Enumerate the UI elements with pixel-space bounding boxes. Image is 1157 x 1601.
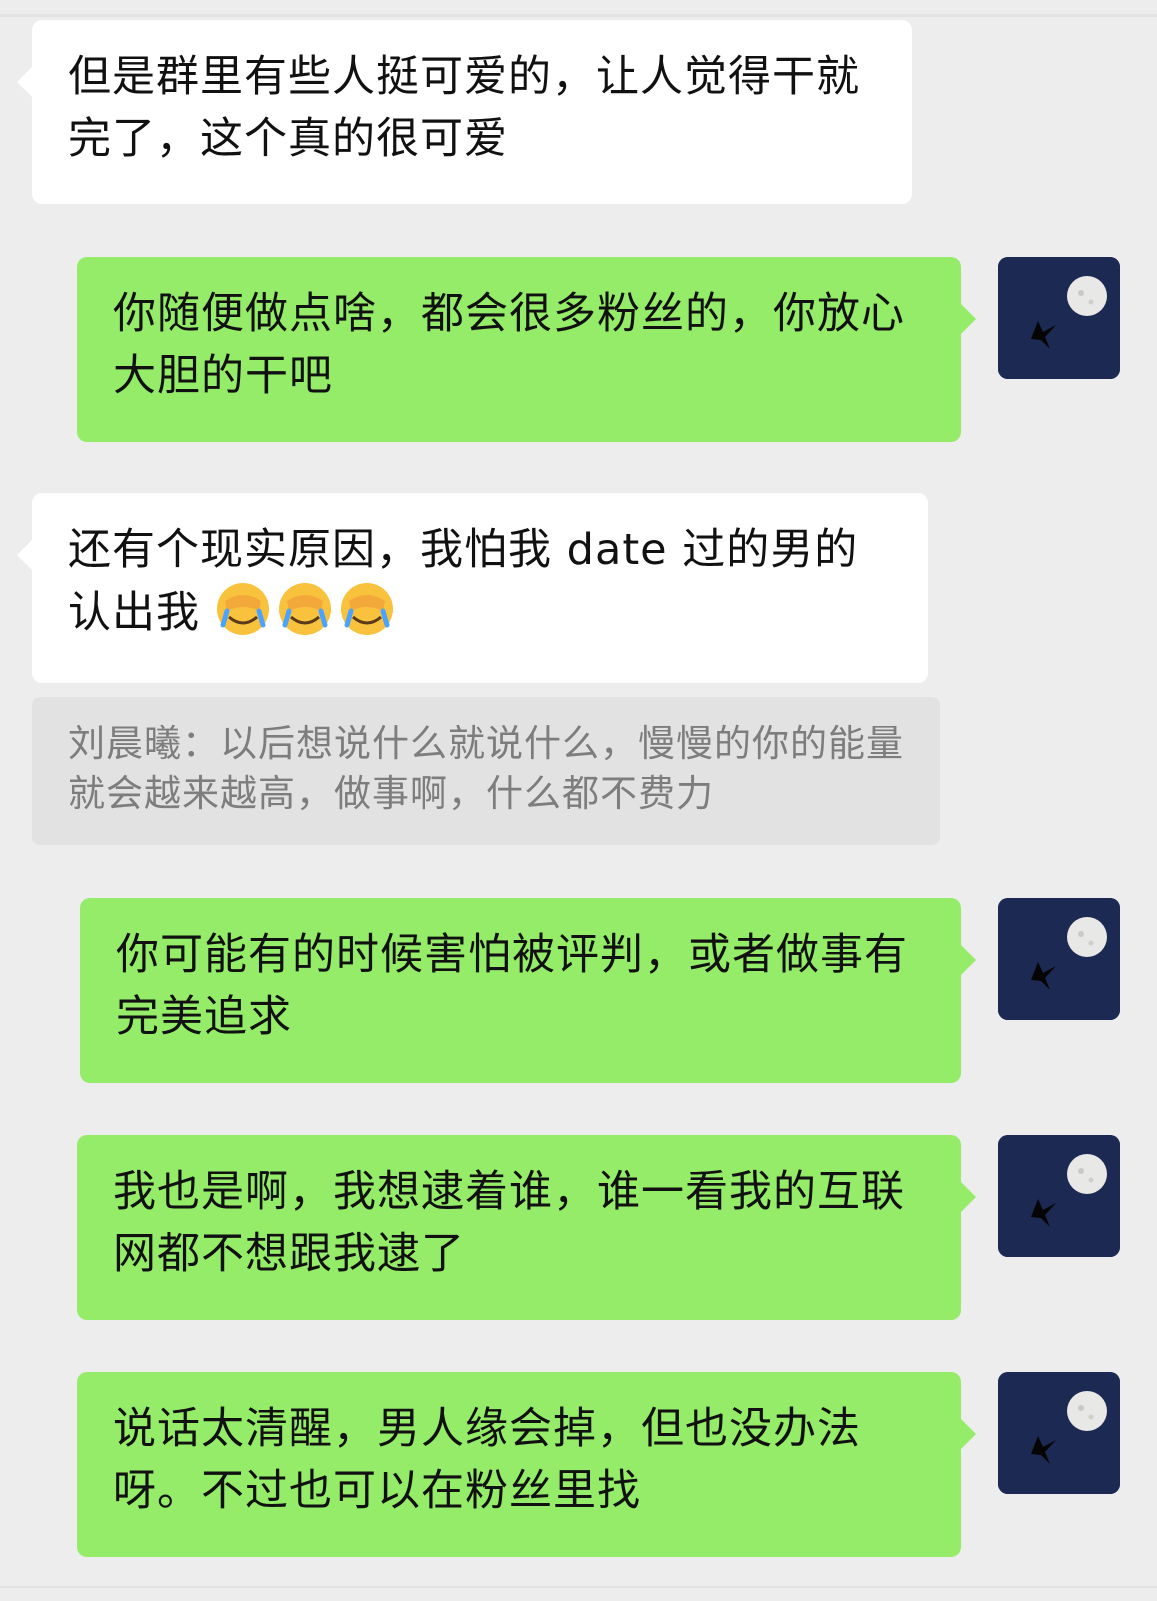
quoted-message-text: 刘晨曦：以后想说什么就说什么，慢慢的你的能量就会越来越高，做事啊，什么都不费力 — [68, 722, 904, 815]
quoted-message[interactable]: 刘晨曦：以后想说什么就说什么，慢慢的你的能量就会越来越高，做事啊，什么都不费力 — [32, 697, 940, 845]
message-bubble-outgoing[interactable]: 你可能有的时候害怕被评判，或者做事有完美追求 — [80, 898, 976, 1083]
message-text: 但是群里有些人挺可爱的，让人觉得干就完了，这个真的很可爱 — [68, 52, 860, 164]
moon-bird-avatar-icon — [998, 257, 1120, 379]
top-divider — [0, 14, 1157, 17]
moon-bird-avatar-icon — [998, 898, 1120, 1020]
message-bubble-incoming[interactable]: 但是群里有些人挺可爱的，让人觉得干就完了，这个真的很可爱 — [17, 20, 912, 204]
message-text: 你随便做点啥，都会很多粉丝的，你放心大胆的干吧 — [113, 289, 905, 401]
message-bubble-outgoing[interactable]: 我也是啊，我想逮着谁，谁一看我的互联网都不想跟我逮了 — [77, 1135, 976, 1320]
message-bubble-incoming[interactable]: 还有个现实原因，我怕我 date 过的男的认出我 — [17, 493, 928, 683]
message-text: 你可能有的时候害怕被评判，或者做事有完美追求 — [116, 930, 908, 1042]
avatar[interactable] — [998, 1372, 1120, 1494]
facepalm-crying-emoji-icon — [277, 581, 333, 637]
avatar[interactable] — [998, 898, 1120, 1020]
message-bubble-outgoing[interactable]: 你随便做点啥，都会很多粉丝的，你放心大胆的干吧 — [77, 257, 976, 442]
message-bubble-outgoing[interactable]: 说话太清醒，男人缘会掉，但也没办法呀。不过也可以在粉丝里找 — [77, 1372, 976, 1557]
moon-bird-avatar-icon — [998, 1135, 1120, 1257]
avatar[interactable] — [998, 1135, 1120, 1257]
facepalm-crying-emoji-icon — [339, 581, 395, 637]
avatar[interactable] — [998, 257, 1120, 379]
bottom-divider — [0, 1586, 1157, 1588]
message-text: 说话太清醒，男人缘会掉，但也没办法呀。不过也可以在粉丝里找 — [113, 1404, 861, 1516]
message-text: 还有个现实原因，我怕我 date 过的男的认出我 — [68, 525, 859, 638]
facepalm-crying-emoji-icon — [215, 581, 271, 637]
moon-bird-avatar-icon — [998, 1372, 1120, 1494]
message-text: 我也是啊，我想逮着谁，谁一看我的互联网都不想跟我逮了 — [113, 1167, 905, 1279]
